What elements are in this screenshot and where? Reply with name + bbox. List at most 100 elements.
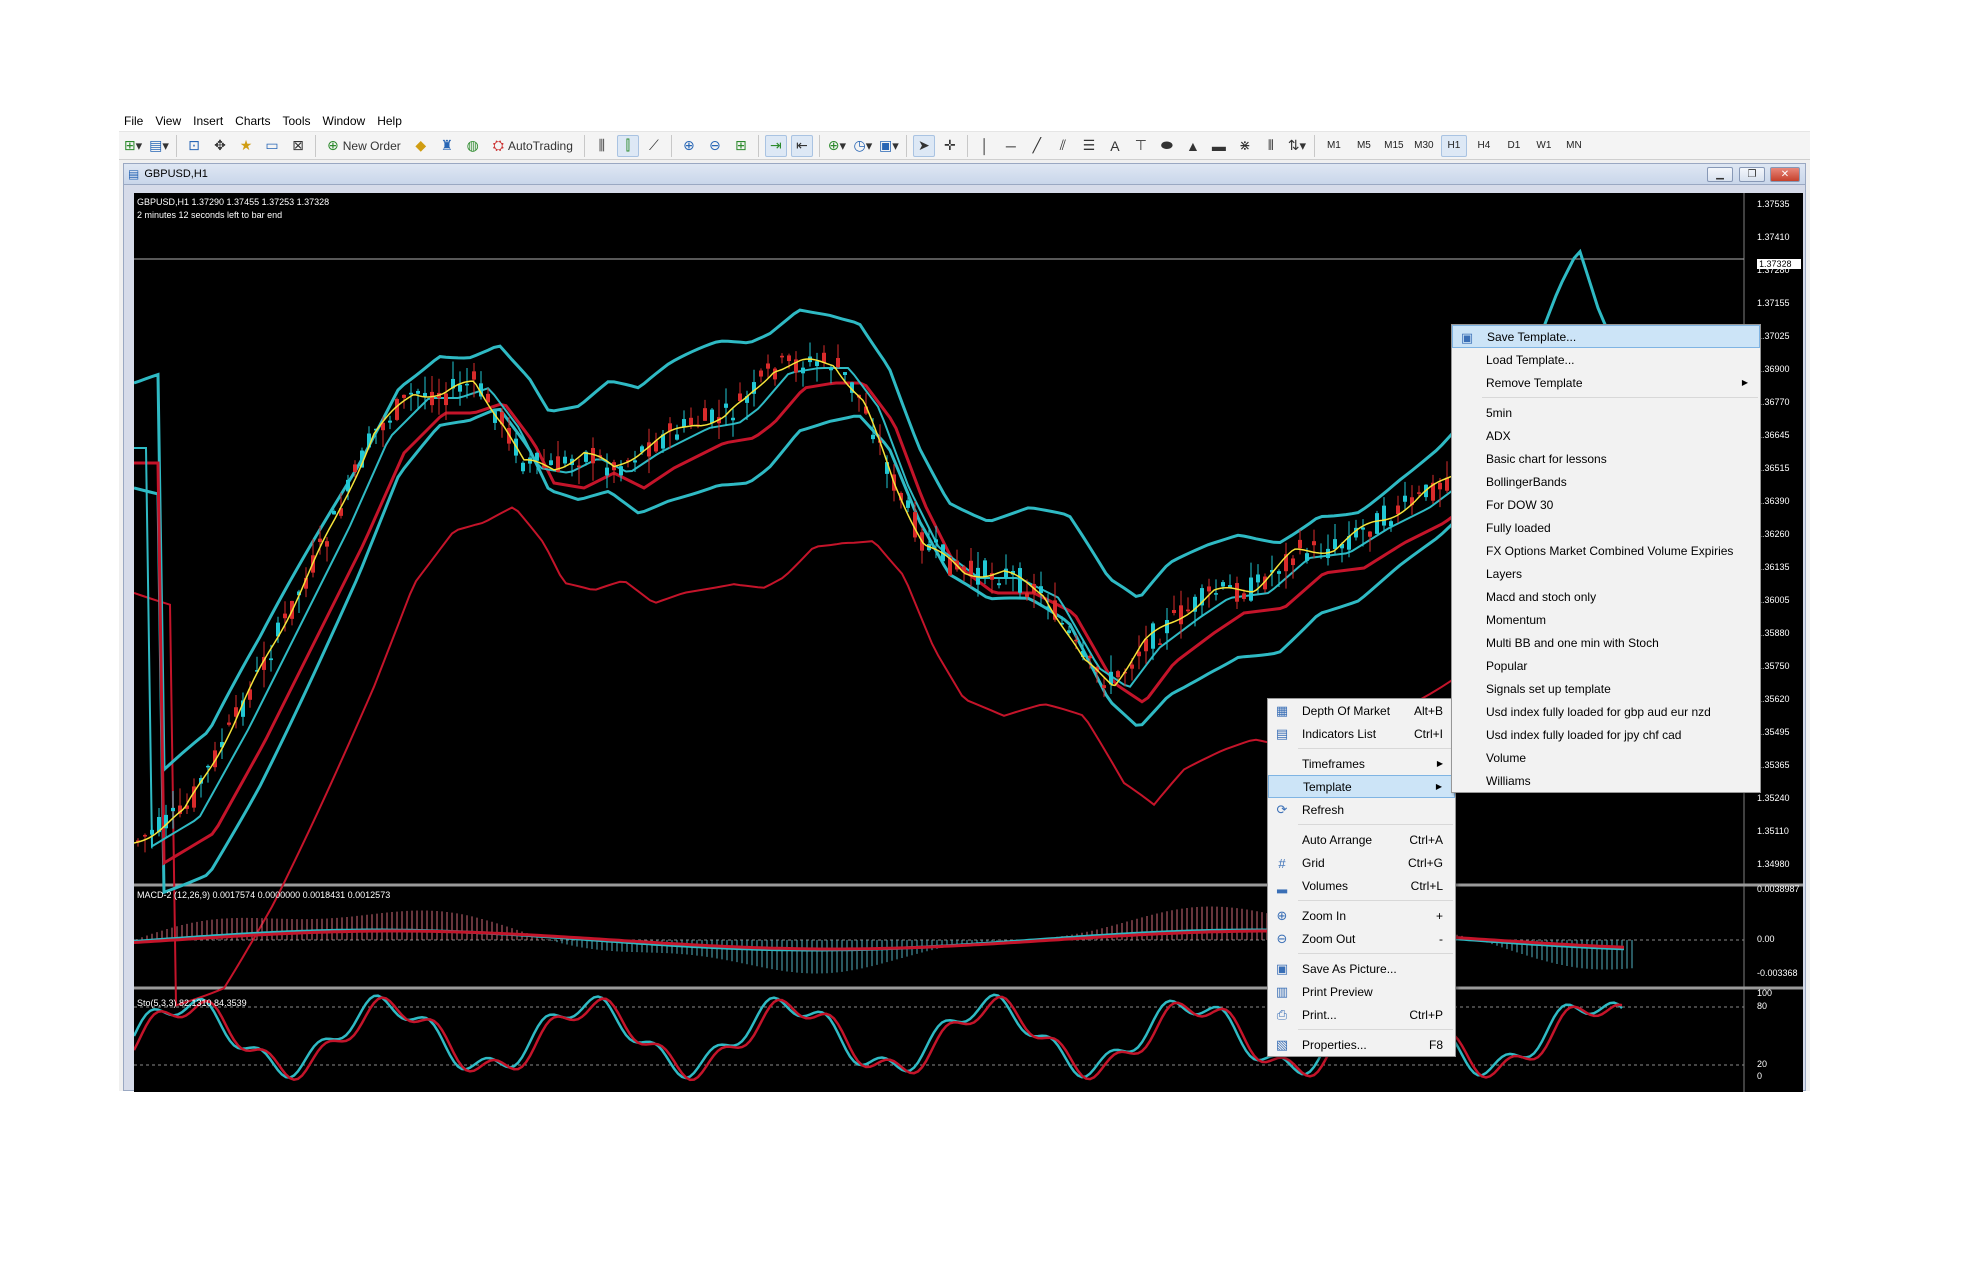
timeframe-m1[interactable]: M1 <box>1321 135 1347 157</box>
auto-scroll-button[interactable]: ⇥ <box>764 134 787 157</box>
trendline-button[interactable]: ╱ <box>1026 135 1048 157</box>
timeframe-w1[interactable]: W1 <box>1531 135 1557 157</box>
chart-window-titlebar[interactable]: ▤ GBPUSD,H1 ▁ ❐ ✕ <box>124 164 1805 185</box>
timeframe-mn[interactable]: MN <box>1561 135 1587 157</box>
template-item-remove-template[interactable]: Remove Template ▶ <box>1452 371 1760 394</box>
arrows-button[interactable]: ⇅ ▾ <box>1286 135 1308 157</box>
cycle-lines-button[interactable]: ⦀ <box>1260 135 1282 157</box>
template-item-save-template[interactable]: ▣ Save Template... <box>1452 325 1760 348</box>
menu-item-auto-arrange[interactable]: Auto Arrange Ctrl+A <box>1268 828 1455 851</box>
gann-button[interactable]: ⋇ <box>1234 135 1256 157</box>
timeframe-m30[interactable]: M30 <box>1411 135 1437 157</box>
crosshair-button[interactable]: ✛ <box>939 135 961 157</box>
menu-window[interactable]: Window <box>320 111 375 132</box>
template-item-basic-chart-for-lessons[interactable]: Basic chart for lessons <box>1452 447 1760 470</box>
menu-help[interactable]: Help <box>374 111 411 132</box>
tile-windows-button[interactable]: ⊞ <box>730 135 752 157</box>
template-item-volume[interactable]: Volume <box>1452 746 1760 769</box>
terminal-button[interactable]: ▭ <box>261 135 283 157</box>
template-item-fx-options-market-combined-volume-expiries[interactable]: FX Options Market Combined Volume Expiri… <box>1452 539 1760 562</box>
template-item-williams[interactable]: Williams <box>1452 769 1760 792</box>
menu-item-volumes[interactable]: ▂ Volumes Ctrl+L <box>1268 874 1455 897</box>
template-item-for-dow-30[interactable]: For DOW 30 <box>1452 493 1760 516</box>
template-item-adx[interactable]: ADX <box>1452 424 1760 447</box>
timeframe-m15[interactable]: M15 <box>1381 135 1407 157</box>
triangle-button[interactable]: ▲ <box>1182 135 1204 157</box>
cursor-button[interactable]: ➤ <box>912 134 935 157</box>
zoom-out-button[interactable]: ⊖ <box>704 135 726 157</box>
text-button[interactable]: A <box>1104 135 1126 157</box>
data-window-button[interactable]: ✥ <box>209 135 231 157</box>
print-preview-icon: ▥ <box>1275 984 1289 999</box>
new-chart-button[interactable]: ⊞ ▾ <box>122 135 144 157</box>
menu-item-depth-of-market[interactable]: ▦ Depth Of Market Alt+B <box>1268 699 1455 722</box>
channel-button[interactable]: ⫽ <box>1052 135 1074 157</box>
new-order-button[interactable]: ⊕ New Order <box>322 135 406 157</box>
timeframe-h4[interactable]: H4 <box>1471 135 1497 157</box>
navigator-button[interactable]: ★ <box>235 135 257 157</box>
candle-body <box>1172 610 1176 614</box>
menu-item-template[interactable]: Template ▶ <box>1268 775 1455 798</box>
menu-item-properties[interactable]: ▧ Properties... F8 <box>1268 1033 1455 1056</box>
templates-button[interactable]: ▣ ▾ <box>878 135 900 157</box>
timeframe-d1[interactable]: D1 <box>1501 135 1527 157</box>
menu-item-zoom-out[interactable]: ⊖ Zoom Out - <box>1268 927 1455 950</box>
menu-view[interactable]: View <box>152 111 190 132</box>
menu-item-grid[interactable]: # Grid Ctrl+G <box>1268 851 1455 874</box>
menu-item-timeframes[interactable]: Timeframes ▶ <box>1268 752 1455 775</box>
candlestick-button[interactable]: ⫿ <box>616 134 639 157</box>
template-item-usd-index-fully-loaded-for-gbp-aud-eur-nzd[interactable]: Usd index fully loaded for gbp aud eur n… <box>1452 700 1760 723</box>
minimize-button[interactable]: ▁ <box>1707 167 1733 182</box>
timeframe-h1[interactable]: H1 <box>1440 134 1467 157</box>
price-tick-label: 1.35880 <box>1757 628 1790 638</box>
menu-file[interactable]: File <box>121 111 152 132</box>
menu-item-save-as-picture[interactable]: ▣ Save As Picture... <box>1268 957 1455 980</box>
template-item-fully-loaded[interactable]: Fully loaded <box>1452 516 1760 539</box>
menu-item-refresh[interactable]: ⟳ Refresh <box>1268 798 1455 821</box>
template-item-usd-index-fully-loaded-for-jpy-chf-cad[interactable]: Usd index fully loaded for jpy chf cad <box>1452 723 1760 746</box>
menu-tools[interactable]: Tools <box>280 111 320 132</box>
indicators-button[interactable]: ⊕ ▾ <box>826 135 848 157</box>
template-item-bollingerbands[interactable]: BollingerBands <box>1452 470 1760 493</box>
close-button[interactable]: ✕ <box>1770 167 1800 182</box>
vertical-line-button[interactable]: │ <box>974 135 996 157</box>
restore-button[interactable]: ❐ <box>1739 167 1765 182</box>
chart-shift-button[interactable]: ⇤ <box>790 134 813 157</box>
macd-scale-label: 0.00 <box>1757 934 1775 944</box>
template-item-5min[interactable]: 5min <box>1452 401 1760 424</box>
zoom-in-button[interactable]: ⊕ <box>678 135 700 157</box>
ellipse-button[interactable]: ⬬ <box>1156 135 1178 157</box>
candle-body <box>1130 664 1134 669</box>
menu-item-shortcut: F8 <box>1428 1037 1443 1052</box>
template-item-popular[interactable]: Popular <box>1452 654 1760 677</box>
fibonacci-button[interactable]: ☰ <box>1078 135 1100 157</box>
template-item-momentum[interactable]: Momentum <box>1452 608 1760 631</box>
market-watch-button[interactable]: ⊡ <box>183 135 205 157</box>
periods-button[interactable]: ◷ ▾ <box>852 135 874 157</box>
signals-button[interactable]: ♜ <box>436 135 458 157</box>
profiles-button[interactable]: ▤ ▾ <box>148 135 170 157</box>
menu-item-zoom-in[interactable]: ⊕ Zoom In + <box>1268 904 1455 927</box>
horizontal-line-button[interactable]: ─ <box>1000 135 1022 157</box>
template-item-multi-bb-and-one-min-with-stoch[interactable]: Multi BB and one min with Stoch <box>1452 631 1760 654</box>
line-chart-button[interactable]: ⟋ <box>643 135 665 157</box>
template-item-layers[interactable]: Layers <box>1452 562 1760 585</box>
menu-charts[interactable]: Charts <box>232 111 279 132</box>
text-label-button[interactable]: ⊤ <box>1130 135 1152 157</box>
menu-item-print-preview[interactable]: ▥ Print Preview <box>1268 980 1455 1003</box>
template-item-signals-set-up-template[interactable]: Signals set up template <box>1452 677 1760 700</box>
bar-chart-button[interactable]: ⫼ <box>591 135 613 157</box>
template-item-load-template[interactable]: Load Template... <box>1452 348 1760 371</box>
autotrading-button[interactable]: ⛭ AutoTrading <box>488 135 578 157</box>
market-button[interactable]: ◍ <box>462 135 484 157</box>
candle-body <box>1179 605 1183 625</box>
strategy-tester-button[interactable]: ⊠ <box>287 135 309 157</box>
menu-item-shortcut: Ctrl+P <box>1409 1007 1443 1022</box>
menu-insert[interactable]: Insert <box>190 111 232 132</box>
menu-item-indicators-list[interactable]: ▤ Indicators List Ctrl+I <box>1268 722 1455 745</box>
template-item-macd-and-stoch-only[interactable]: Macd and stoch only <box>1452 585 1760 608</box>
menu-item-print[interactable]: ⎙ Print... Ctrl+P <box>1268 1003 1455 1026</box>
timeframe-m5[interactable]: M5 <box>1351 135 1377 157</box>
rectangle-button[interactable]: ▬ <box>1208 135 1230 157</box>
metaeditor-button[interactable]: ◆ <box>410 135 432 157</box>
